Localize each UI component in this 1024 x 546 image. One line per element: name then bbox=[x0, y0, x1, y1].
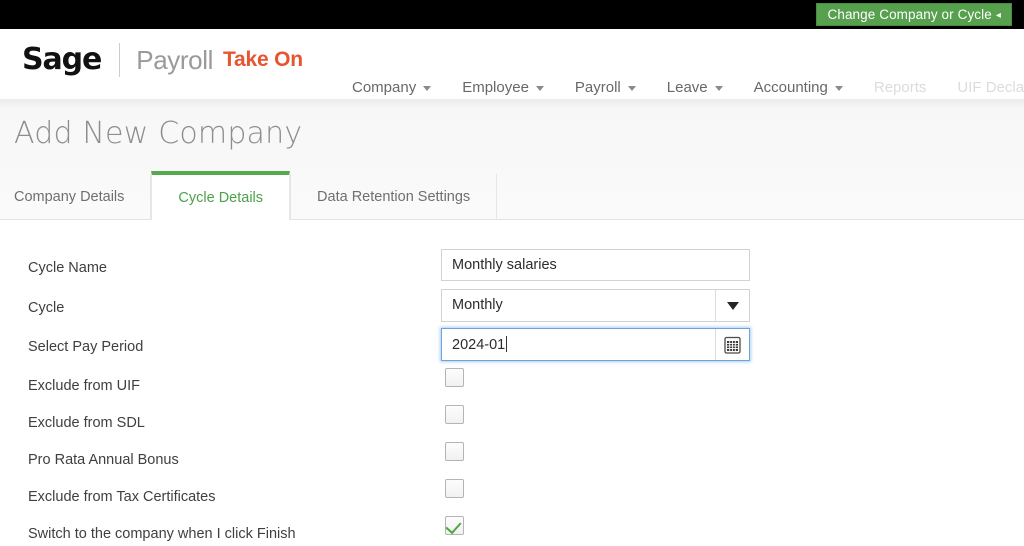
nav-label: UIF Declar bbox=[957, 79, 1024, 96]
nav-label: Employee bbox=[462, 79, 529, 96]
chevron-down-icon bbox=[714, 86, 723, 91]
nav-label: Reports bbox=[873, 79, 927, 96]
calendar-icon[interactable] bbox=[715, 329, 749, 360]
nav-item-reports: Reports bbox=[874, 79, 927, 96]
pay-period-value: 2024-01 bbox=[452, 337, 506, 353]
text-cursor bbox=[506, 336, 508, 353]
tab-label: Data Retention Settings bbox=[317, 189, 471, 205]
nav-item-company[interactable]: Company bbox=[352, 79, 432, 96]
label-exclude-from-sdl: Exclude from SDL bbox=[28, 415, 145, 431]
cycle-select-value: Monthly bbox=[452, 298, 503, 313]
nav-item-uif-declaration: UIF Declar bbox=[957, 79, 1024, 96]
calendar-icon-glyph bbox=[724, 336, 741, 354]
cycle-select[interactable]: Monthly bbox=[441, 289, 750, 322]
cycle-name-value: Monthly salaries bbox=[452, 257, 557, 273]
product-suffix-text: Take On bbox=[222, 48, 303, 71]
brand-logo[interactable]: Sage Payroll Take On bbox=[22, 43, 303, 77]
checkbox-pro-rata-annual-bonus[interactable] bbox=[445, 442, 464, 461]
label-exclude-from-uif: Exclude from UIF bbox=[28, 378, 140, 394]
nav-label: Leave bbox=[666, 79, 708, 96]
nav-label: Accounting bbox=[753, 79, 828, 96]
cycle-details-form: Cycle Name Monthly salaries Cycle Monthl… bbox=[0, 221, 1024, 546]
tab-bar: Company Details Cycle Details Data Reten… bbox=[0, 171, 498, 220]
checkbox-exclude-from-tax-certificates[interactable] bbox=[445, 479, 464, 498]
label-cycle: Cycle bbox=[28, 300, 65, 316]
chevron-down-icon[interactable] bbox=[715, 290, 749, 321]
tab-label: Cycle Details bbox=[178, 189, 264, 206]
change-company-or-cycle-button[interactable]: Change Company or Cycle ◂ bbox=[816, 3, 1012, 26]
main-navigation: Company Employee Payroll Leave Accountin… bbox=[352, 79, 1024, 96]
checkbox-switch-to-company[interactable] bbox=[445, 516, 464, 535]
checkbox-exclude-from-sdl[interactable] bbox=[445, 405, 464, 424]
nav-label: Company bbox=[352, 79, 417, 96]
app-root: Change Company or Cycle ◂ Sage Payroll Ta… bbox=[0, 0, 1024, 546]
tab-company-details[interactable]: Company Details bbox=[0, 174, 152, 220]
change-company-or-cycle-label: Change Company or Cycle bbox=[827, 7, 992, 22]
caret-left-icon: ◂ bbox=[995, 10, 1001, 21]
logo-divider bbox=[119, 43, 121, 77]
chevron-down-icon bbox=[535, 86, 544, 91]
tab-cycle-details[interactable]: Cycle Details bbox=[151, 171, 291, 220]
sage-logo-text: Sage bbox=[22, 42, 102, 77]
label-cycle-name: Cycle Name bbox=[28, 260, 107, 276]
tab-label: Company Details bbox=[14, 189, 125, 205]
checkbox-exclude-from-uif[interactable] bbox=[445, 368, 464, 387]
nav-item-payroll[interactable]: Payroll bbox=[575, 79, 636, 96]
label-pro-rata-annual-bonus: Pro Rata Annual Bonus bbox=[28, 452, 179, 468]
nav-item-leave[interactable]: Leave bbox=[667, 79, 723, 96]
label-select-pay-period: Select Pay Period bbox=[28, 339, 144, 355]
nav-item-employee[interactable]: Employee bbox=[462, 79, 544, 96]
pay-period-input[interactable]: 2024-01 bbox=[441, 328, 750, 361]
nav-label: Payroll bbox=[574, 79, 621, 96]
app-header: Sage Payroll Take On Company Employee Pa… bbox=[0, 29, 1024, 99]
tab-data-retention-settings[interactable]: Data Retention Settings bbox=[290, 174, 498, 220]
select-caret-shape bbox=[726, 301, 739, 310]
chevron-down-icon bbox=[423, 86, 432, 91]
pay-period-value-wrap: 2024-01 bbox=[442, 336, 715, 353]
chevron-down-icon bbox=[834, 86, 843, 91]
chevron-down-icon bbox=[627, 86, 636, 91]
cycle-name-input[interactable]: Monthly salaries bbox=[441, 249, 750, 281]
product-name-text: Payroll bbox=[136, 45, 213, 75]
label-exclude-from-tax-certificates: Exclude from Tax Certificates bbox=[28, 489, 216, 505]
label-switch-to-company: Switch to the company when I click Finis… bbox=[28, 526, 296, 542]
page-title: Add New Company bbox=[14, 116, 303, 151]
nav-item-accounting[interactable]: Accounting bbox=[754, 79, 843, 96]
top-black-bar: Change Company or Cycle ◂ bbox=[0, 0, 1024, 29]
